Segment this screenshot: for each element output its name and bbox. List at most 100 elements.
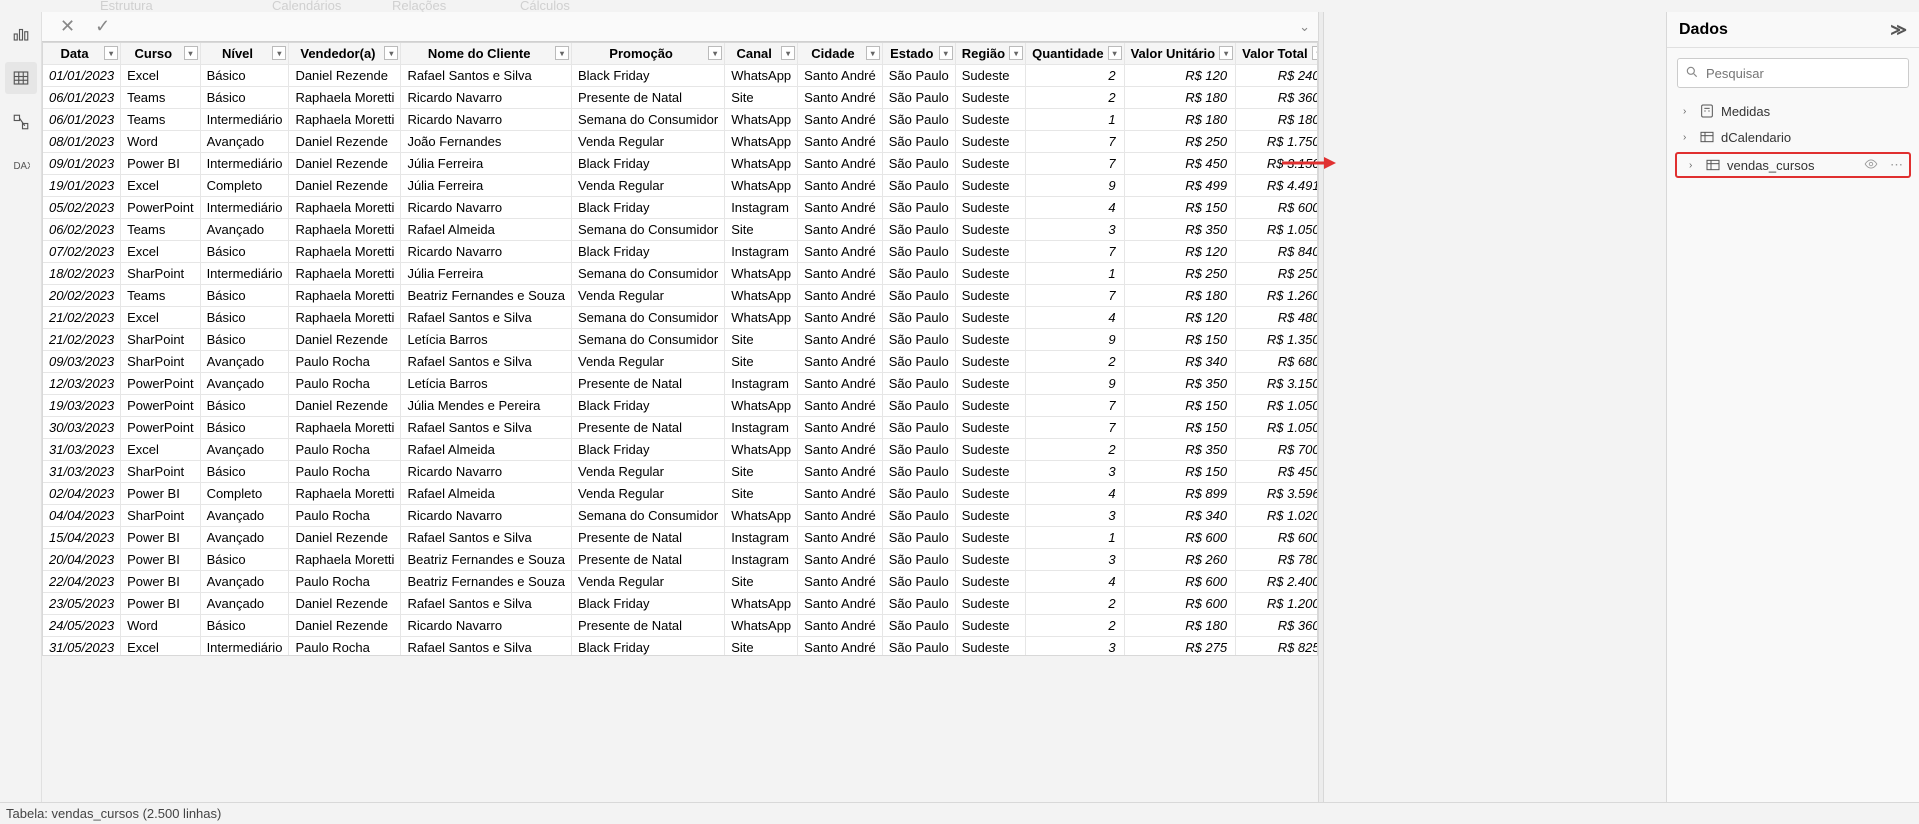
cell[interactable]: Santo André — [798, 65, 883, 87]
cell[interactable]: Sudeste — [955, 307, 1025, 329]
column-header[interactable]: Vendedor(a)▾ — [289, 43, 401, 65]
fields-tree-item[interactable]: ›vendas_cursos⋯ — [1675, 152, 1911, 178]
cell[interactable]: São Paulo — [882, 483, 955, 505]
cell[interactable]: Semana do Consumidor — [571, 109, 724, 131]
cell[interactable]: Presente de Natal — [571, 373, 724, 395]
cell[interactable]: Sudeste — [955, 373, 1025, 395]
cell[interactable]: R$ 340 — [1124, 505, 1236, 527]
cell[interactable]: 02/04/2023 — [43, 483, 121, 505]
cell[interactable]: Básico — [200, 329, 289, 351]
cell[interactable]: Júlia Ferreira — [401, 175, 572, 197]
cell[interactable]: R$ 150 — [1124, 329, 1236, 351]
cell[interactable]: Sudeste — [955, 593, 1025, 615]
cell[interactable]: Instagram — [725, 241, 798, 263]
cell[interactable]: 08/01/2023 — [43, 131, 121, 153]
cell[interactable]: 7 — [1026, 417, 1125, 439]
cell[interactable]: São Paulo — [882, 87, 955, 109]
cell[interactable]: Excel — [121, 439, 200, 461]
cell[interactable]: WhatsApp — [725, 439, 798, 461]
cell[interactable]: 1 — [1026, 109, 1125, 131]
cell[interactable]: 4 — [1026, 571, 1125, 593]
cell[interactable]: R$ 150 — [1124, 417, 1236, 439]
cell[interactable]: Básico — [200, 461, 289, 483]
cell[interactable]: Santo André — [798, 263, 883, 285]
cell[interactable]: Daniel Rezende — [289, 65, 401, 87]
cell[interactable]: Daniel Rezende — [289, 153, 401, 175]
cell[interactable]: Sudeste — [955, 175, 1025, 197]
more-options-icon[interactable]: ⋯ — [1890, 157, 1903, 173]
cell[interactable]: 19/01/2023 — [43, 175, 121, 197]
table-row[interactable]: 20/04/2023Power BIBásicoRaphaela Moretti… — [43, 549, 1318, 571]
cell[interactable]: Santo André — [798, 505, 883, 527]
cell[interactable]: 4 — [1026, 307, 1125, 329]
cell[interactable]: São Paulo — [882, 109, 955, 131]
column-header[interactable]: Valor Unitário▾ — [1124, 43, 1236, 65]
cell[interactable]: Paulo Rocha — [289, 461, 401, 483]
cell[interactable]: Avançado — [200, 593, 289, 615]
cell[interactable]: Sudeste — [955, 131, 1025, 153]
cell[interactable]: Sudeste — [955, 439, 1025, 461]
column-filter-icon[interactable]: ▾ — [939, 46, 953, 60]
table-row[interactable]: 20/02/2023TeamsBásicoRaphaela MorettiBea… — [43, 285, 1318, 307]
model-view-button[interactable] — [5, 106, 37, 138]
cell[interactable]: Venda Regular — [571, 351, 724, 373]
cell[interactable]: WhatsApp — [725, 65, 798, 87]
cell[interactable]: 24/05/2023 — [43, 615, 121, 637]
cell[interactable]: R$ 3.150 — [1236, 373, 1318, 395]
cell[interactable]: Intermediário — [200, 637, 289, 657]
cell[interactable]: 20/02/2023 — [43, 285, 121, 307]
cell[interactable]: R$ 1.750 — [1236, 131, 1318, 153]
cell[interactable]: 30/03/2023 — [43, 417, 121, 439]
cell[interactable]: R$ 499 — [1124, 175, 1236, 197]
cell[interactable]: Sudeste — [955, 505, 1025, 527]
cell[interactable]: São Paulo — [882, 373, 955, 395]
cell[interactable]: R$ 825 — [1236, 637, 1318, 657]
table-row[interactable]: 19/03/2023PowerPointBásicoDaniel Rezende… — [43, 395, 1318, 417]
column-filter-icon[interactable]: ▾ — [104, 46, 118, 60]
cell[interactable]: Venda Regular — [571, 131, 724, 153]
cell[interactable]: Santo André — [798, 153, 883, 175]
cell[interactable]: 4 — [1026, 483, 1125, 505]
cell[interactable]: Santo André — [798, 483, 883, 505]
cell[interactable]: Santo André — [798, 395, 883, 417]
cell[interactable]: 04/04/2023 — [43, 505, 121, 527]
cell[interactable]: Power BI — [121, 483, 200, 505]
cell[interactable]: Raphaela Moretti — [289, 109, 401, 131]
cell[interactable]: 7 — [1026, 285, 1125, 307]
cell[interactable]: R$ 1.020 — [1236, 505, 1318, 527]
cell[interactable]: Power BI — [121, 571, 200, 593]
column-header[interactable]: Data▾ — [43, 43, 121, 65]
cell[interactable]: R$ 260 — [1124, 549, 1236, 571]
cell[interactable]: Beatriz Fernandes e Souza — [401, 285, 572, 307]
cell[interactable]: Santo André — [798, 329, 883, 351]
cell[interactable]: R$ 780 — [1236, 549, 1318, 571]
cell[interactable]: Santo André — [798, 131, 883, 153]
cell[interactable]: 1 — [1026, 527, 1125, 549]
cell[interactable]: Black Friday — [571, 593, 724, 615]
cell[interactable]: 07/02/2023 — [43, 241, 121, 263]
cell[interactable]: R$ 350 — [1124, 219, 1236, 241]
cell[interactable]: SharPoint — [121, 263, 200, 285]
cell[interactable]: Black Friday — [571, 153, 724, 175]
cell[interactable]: Sudeste — [955, 417, 1025, 439]
cell[interactable]: Raphaela Moretti — [289, 197, 401, 219]
cell[interactable]: 21/02/2023 — [43, 329, 121, 351]
cell[interactable]: São Paulo — [882, 461, 955, 483]
cell[interactable]: Presente de Natal — [571, 527, 724, 549]
cell[interactable]: São Paulo — [882, 241, 955, 263]
cell[interactable]: Paulo Rocha — [289, 439, 401, 461]
cell[interactable]: São Paulo — [882, 153, 955, 175]
cancel-icon[interactable]: ✕ — [60, 16, 75, 37]
cell[interactable]: 12/03/2023 — [43, 373, 121, 395]
column-filter-icon[interactable]: ▾ — [866, 46, 880, 60]
cell[interactable]: Santo André — [798, 571, 883, 593]
cell[interactable]: Básico — [200, 307, 289, 329]
table-row[interactable]: 31/03/2023ExcelAvançadoPaulo RochaRafael… — [43, 439, 1318, 461]
cell[interactable]: 09/01/2023 — [43, 153, 121, 175]
cell[interactable]: R$ 250 — [1236, 263, 1318, 285]
cell[interactable]: Word — [121, 131, 200, 153]
cell[interactable]: 22/04/2023 — [43, 571, 121, 593]
cell[interactable]: Instagram — [725, 197, 798, 219]
cell[interactable]: Sudeste — [955, 527, 1025, 549]
cell[interactable]: Site — [725, 637, 798, 657]
